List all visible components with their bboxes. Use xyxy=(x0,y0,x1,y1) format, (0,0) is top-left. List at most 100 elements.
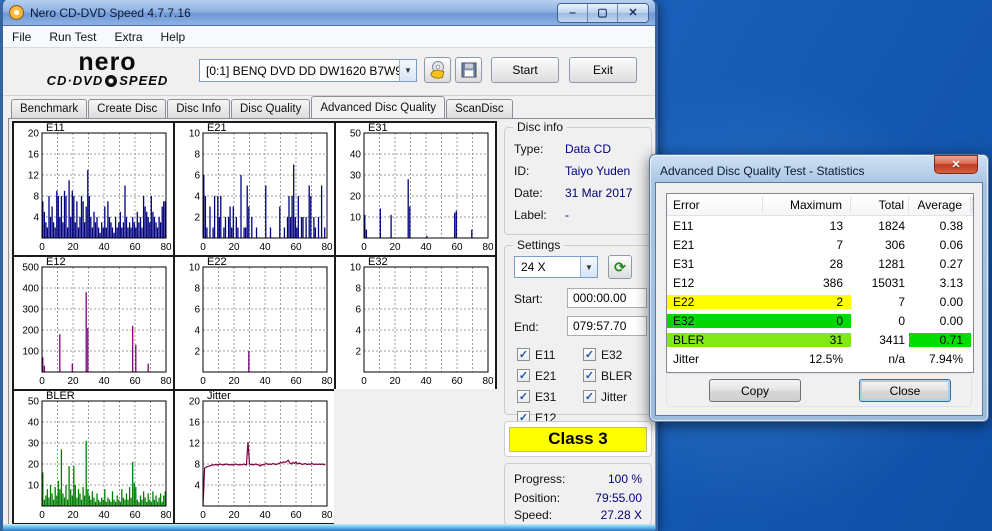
svg-text:40: 40 xyxy=(259,242,271,253)
table-row[interactable]: Jitter 12.5% n/a 7.94% xyxy=(667,349,973,368)
checkbox-box[interactable]: ✓ xyxy=(517,348,530,361)
table-row[interactable]: E32 0 0 0.00 xyxy=(667,311,973,330)
svg-text:300: 300 xyxy=(22,305,39,316)
start-time-value: 000:00.00 xyxy=(573,291,627,305)
chart-e32-plot: 2 4 6 8 10 0 20 40 60 80 E32 xyxy=(350,256,494,387)
tab-disc-quality[interactable]: Disc Quality xyxy=(231,99,311,118)
close-button-label: Close xyxy=(889,383,921,398)
table-row[interactable]: BLER 31 3411 0.71 xyxy=(667,330,973,349)
close-dialog-button[interactable]: Close xyxy=(859,379,951,402)
start-button[interactable]: Start xyxy=(491,57,559,83)
svg-text:40: 40 xyxy=(28,418,40,429)
checkbox-jitter[interactable]: ✓ Jitter xyxy=(583,386,632,407)
svg-text:60: 60 xyxy=(290,376,302,387)
chart-e31: 10 20 30 40 50 0 20 40 60 80 E31 xyxy=(334,121,497,257)
tab-advanced-disc-quality[interactable]: Advanced Disc Quality xyxy=(311,96,446,118)
table-cell: n/a xyxy=(888,351,905,366)
table-cell: 7 xyxy=(836,237,843,252)
checkbox-e31[interactable]: ✓ E31 xyxy=(517,386,556,407)
start-time-field[interactable]: 000:00.00 xyxy=(567,288,647,308)
checkbox-box[interactable]: ✓ xyxy=(583,390,596,403)
svg-text:100: 100 xyxy=(22,347,39,358)
tab-create-disc[interactable]: Create Disc xyxy=(88,99,167,118)
checkbox-column-right: ✓ E32 ✓ BLER ✓ Jitter xyxy=(583,344,632,407)
refresh-icon: ⟳ xyxy=(614,258,626,275)
svg-text:8: 8 xyxy=(194,150,200,161)
toolbar: nero CD·DVD SPEED [0:1] BENQ DVD DD DW16… xyxy=(3,48,655,96)
svg-text:40: 40 xyxy=(98,242,110,253)
table-row[interactable]: E21 7 306 0.06 xyxy=(667,235,973,254)
refresh-button[interactable]: ⟳ xyxy=(608,255,632,279)
table-cell: 7.94% xyxy=(928,351,963,366)
table-row[interactable]: E31 28 1281 0.27 xyxy=(667,254,973,273)
checkbox-bler[interactable]: ✓ BLER xyxy=(583,365,632,386)
table-cell: 0.71 xyxy=(909,332,971,347)
table-header-cell xyxy=(971,196,973,213)
end-time-field[interactable]: 079:57.70 xyxy=(567,316,647,336)
chart-e12: 100 200 300 400 500 0 20 40 60 80 E12 xyxy=(12,255,175,391)
menu-file[interactable]: File xyxy=(3,28,40,46)
save-button[interactable] xyxy=(455,57,482,83)
table-row[interactable]: E22 2 7 0.00 xyxy=(667,292,973,311)
drive-select[interactable]: [0:1] BENQ DVD DD DW1620 B7W9 ▼ xyxy=(199,59,417,82)
table-header-cell[interactable]: Total xyxy=(851,196,909,213)
checkbox-box[interactable]: ✓ xyxy=(517,390,530,403)
disc-id-value: Taiyo Yuden xyxy=(565,164,631,178)
svg-text:4: 4 xyxy=(33,213,39,224)
table-cell: 0.00 xyxy=(939,294,963,309)
svg-text:40: 40 xyxy=(420,242,432,253)
dialog-button-bar: Copy Close xyxy=(666,373,972,407)
settings-title: Settings xyxy=(513,238,565,252)
menu-run-test[interactable]: Run Test xyxy=(40,28,105,46)
table-header-cell[interactable]: Error xyxy=(667,196,763,213)
table-header-cell[interactable]: Maximum xyxy=(763,196,851,213)
checkbox-box[interactable]: ✓ xyxy=(517,369,530,382)
checkbox-box[interactable]: ✓ xyxy=(583,348,596,361)
svg-text:20: 20 xyxy=(67,376,79,387)
chart-e12-plot: 100 200 300 400 500 0 20 40 60 80 E12 xyxy=(22,256,172,387)
table-cell: 12.5% xyxy=(808,351,843,366)
chart-grid: 4 8 12 16 20 0 20 40 60 80 E11 2 4 6 8 10 0 20 40 60 80 E21 … xyxy=(12,121,499,527)
menu-extra[interactable]: Extra xyxy=(105,28,151,46)
exit-button[interactable]: Exit xyxy=(569,57,637,83)
tab-scandisc[interactable]: ScanDisc xyxy=(446,99,513,118)
svg-text:20: 20 xyxy=(228,376,240,387)
close-button[interactable]: ✕ xyxy=(618,3,648,22)
chevron-down-icon[interactable]: ▼ xyxy=(399,60,416,81)
table-cell: 3411 xyxy=(879,332,905,347)
copy-button-label: Copy xyxy=(740,383,769,398)
copy-button[interactable]: Copy xyxy=(709,379,801,402)
chevron-down-icon[interactable]: ▼ xyxy=(580,257,597,277)
svg-text:0: 0 xyxy=(200,376,206,387)
table-cell: BLER xyxy=(667,332,763,347)
checkbox-e21[interactable]: ✓ E21 xyxy=(517,365,556,386)
tab-disc-info[interactable]: Disc Info xyxy=(167,99,230,118)
svg-text:8: 8 xyxy=(33,192,39,203)
chart-e22-plot: 2 4 6 8 10 0 20 40 60 80 E22 xyxy=(189,256,333,387)
menu-help[interactable]: Help xyxy=(152,28,195,46)
checkbox-box[interactable]: ✓ xyxy=(583,369,596,382)
svg-text:40: 40 xyxy=(350,150,362,161)
tab-benchmark[interactable]: Benchmark xyxy=(11,99,88,118)
table-header-cell[interactable]: Average xyxy=(909,196,971,213)
disc-hand-button[interactable] xyxy=(424,57,451,83)
checkbox-e11[interactable]: ✓ E11 xyxy=(517,344,556,365)
checkbox-e32[interactable]: ✓ E32 xyxy=(583,344,632,365)
maximize-button[interactable]: ▢ xyxy=(588,3,618,22)
table-row[interactable]: E12 386 15031 3.13 xyxy=(667,273,973,292)
svg-text:E11: E11 xyxy=(46,123,65,134)
main-titlebar[interactable]: Nero CD-DVD Speed 4.7.7.16 ‒ ▢ ✕ xyxy=(3,0,655,26)
svg-text:20: 20 xyxy=(389,376,401,387)
minimize-button[interactable]: ‒ xyxy=(558,3,588,22)
svg-text:60: 60 xyxy=(290,242,302,253)
dialog-close-button[interactable]: ✕ xyxy=(934,155,978,174)
table-row[interactable]: E11 13 1824 0.38 xyxy=(667,216,973,235)
disc-id-label: ID: xyxy=(514,164,530,178)
speed-select[interactable]: 24 X ▼ xyxy=(514,256,598,278)
svg-text:80: 80 xyxy=(482,376,493,387)
svg-text:20: 20 xyxy=(189,397,201,408)
svg-text:4: 4 xyxy=(194,326,200,337)
stats-table: Error Maximum Total Average E11 13 1824 0.38 E2… xyxy=(666,193,974,373)
progress-group: Progress: 100 % Position: 79:55.00 Speed… xyxy=(504,463,652,525)
svg-text:20: 20 xyxy=(228,242,240,253)
